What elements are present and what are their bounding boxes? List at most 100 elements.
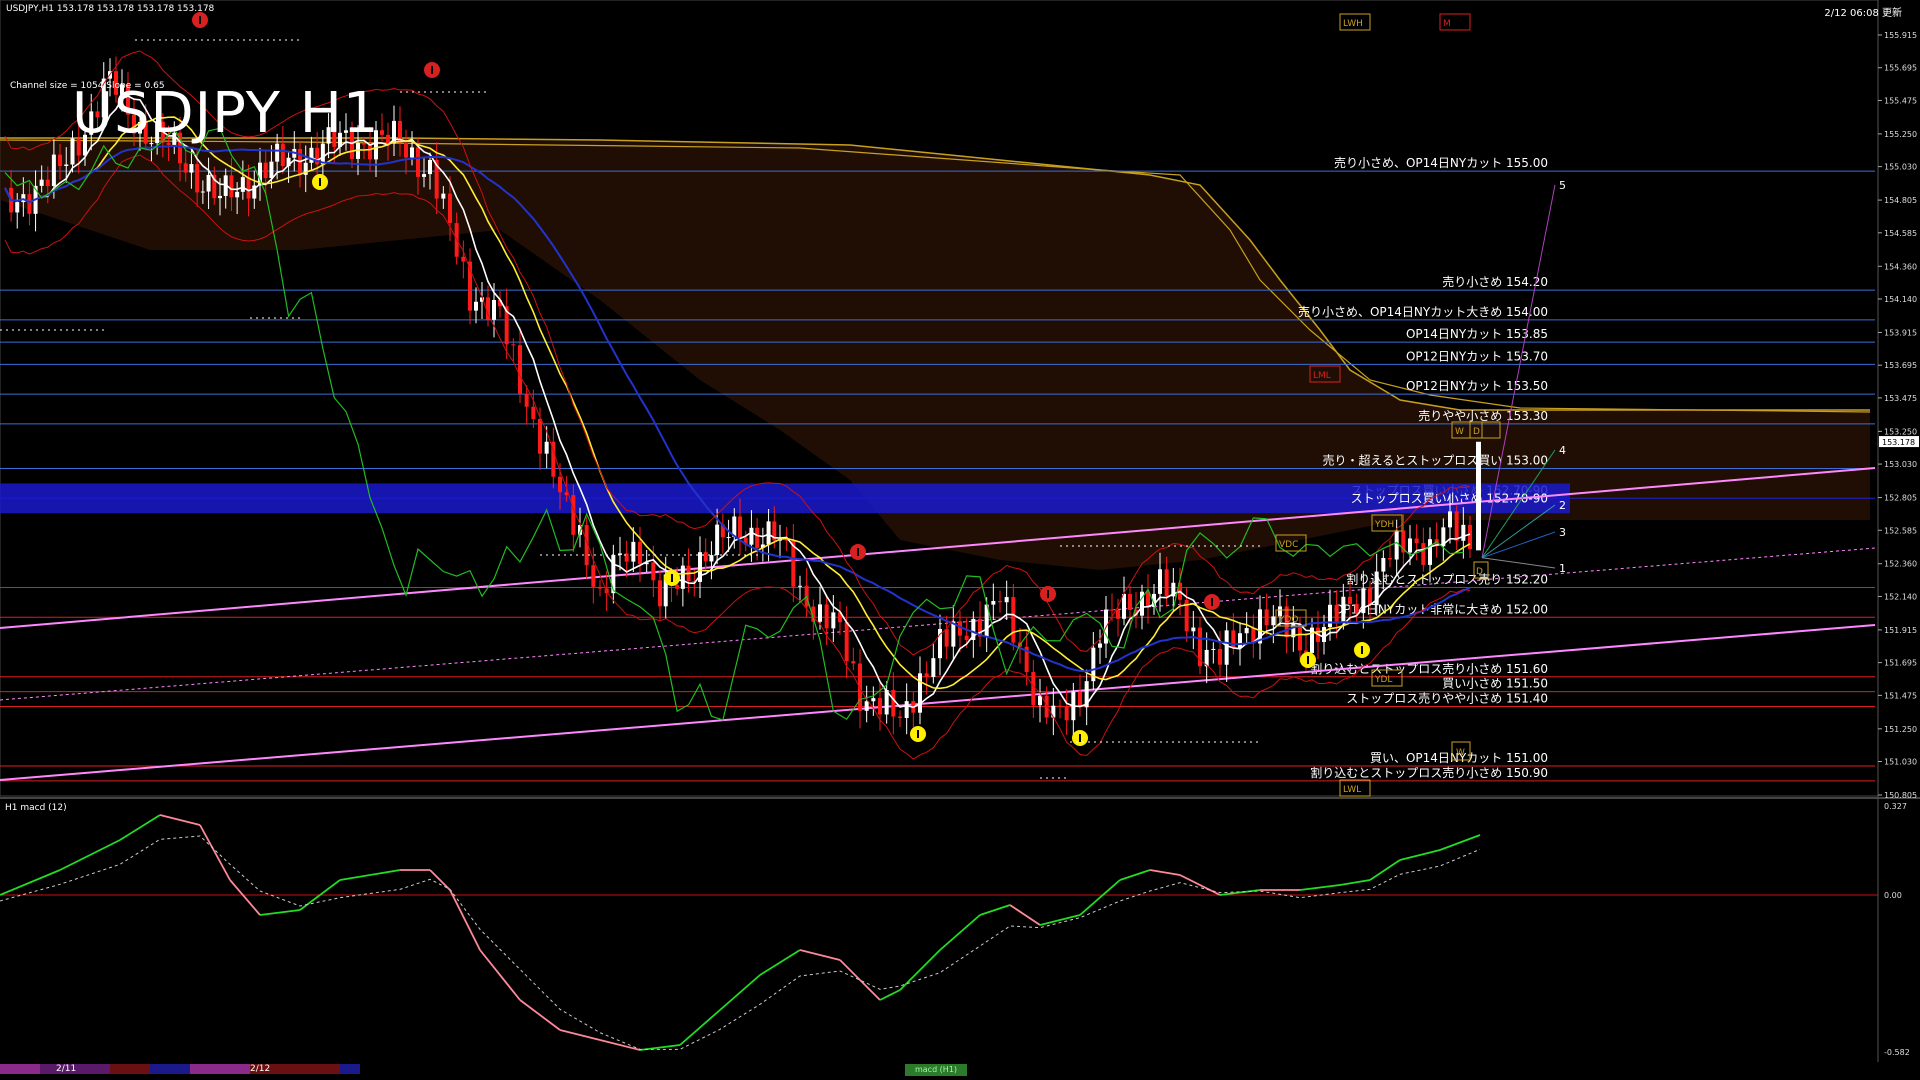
macd-tick-label: -0.582 — [1884, 1048, 1910, 1057]
box-label-ydh: YDH — [1374, 520, 1394, 530]
candle-body — [631, 541, 636, 562]
macd-line-segment — [839, 959, 881, 1001]
chart-window[interactable]: 155.915 155.695 155.475 155.250 155.030 154.8… — [0, 0, 1920, 1080]
macd-line-segment — [879, 989, 901, 1001]
symbol-header: USDJPY,H1 153.178 153.178 153.178 153.17… — [6, 4, 215, 14]
candle-body — [871, 698, 876, 702]
macd-line-segment — [1149, 869, 1181, 876]
stoploss-zone-band — [0, 483, 1570, 514]
candle-body — [749, 527, 754, 545]
candle-body — [1231, 630, 1236, 648]
candle-body — [726, 537, 731, 539]
price-tick-label: 153.475 — [1884, 394, 1917, 403]
candle-body — [1122, 593, 1126, 619]
macd-line-segment — [1299, 884, 1341, 891]
macd-line-segment — [939, 914, 981, 951]
macd-line-segment — [229, 879, 261, 916]
macd-line-segment — [599, 1039, 641, 1051]
candle-body — [558, 476, 562, 493]
timeline-segment — [340, 1064, 360, 1074]
update-clock: 2/12 06:08 更新 — [1824, 8, 1902, 19]
level-label: 買い小さめ 151.50 — [1442, 677, 1548, 691]
date-label-2: 2/12 — [250, 1064, 271, 1074]
candle-body — [275, 143, 280, 162]
price-tick-label: 151.475 — [1884, 691, 1917, 700]
macd-line-segment — [1119, 869, 1151, 881]
candle-body — [1164, 569, 1169, 597]
candle-body — [818, 604, 822, 622]
candle-body — [1322, 627, 1326, 642]
price-tick-label: 152.805 — [1884, 494, 1917, 503]
macd-line-segment — [159, 814, 201, 826]
candle-body — [263, 162, 268, 179]
candle-body — [45, 179, 50, 187]
candle-body — [878, 698, 882, 715]
candle-body — [658, 580, 662, 607]
box-label-vdc: VDC — [1279, 540, 1298, 550]
box-label-lwl: LWL — [1343, 785, 1361, 795]
candle-body — [715, 524, 720, 556]
candle-body — [991, 601, 996, 605]
candle-body — [1461, 524, 1466, 541]
timeline-segment — [0, 1064, 40, 1074]
candle-body — [380, 130, 384, 135]
candle-body — [904, 701, 909, 719]
fib-projection-line — [1481, 531, 1556, 559]
candle-body — [524, 393, 529, 407]
price-tick-label: 155.915 — [1884, 31, 1917, 40]
candle-body — [511, 344, 516, 346]
box-label-lml: LML — [1313, 371, 1331, 381]
level-label: OP14日NYカット非常に大きめ 152.00 — [1334, 602, 1548, 616]
macd-line-segment — [429, 869, 451, 891]
macd-tick-label: 0.327 — [1884, 802, 1907, 811]
level-label: 売り小さめ、OP14日NYカット 155.00 — [1334, 155, 1548, 170]
level-label: 割り込むとストップロス売り小さめ 150.90 — [1310, 765, 1548, 780]
price-tick-label: 151.695 — [1884, 659, 1917, 668]
candle-body — [1044, 695, 1049, 718]
candle-body — [410, 147, 414, 158]
box-label-m: M — [1443, 19, 1451, 29]
channel-lower-line — [0, 624, 1876, 781]
price-tick-label: 152.585 — [1884, 526, 1917, 535]
price-tick-label: 151.030 — [1884, 758, 1917, 767]
candle-body — [538, 419, 542, 454]
candle-body — [448, 193, 452, 224]
macd-line-segment — [119, 814, 161, 841]
macd-line-segment — [339, 869, 401, 881]
candle-body — [1011, 597, 1016, 643]
candle-body — [64, 164, 69, 167]
candle-body — [269, 161, 274, 179]
candle-body — [738, 516, 742, 538]
candle-body — [15, 202, 20, 213]
candle-body — [1298, 623, 1302, 651]
candle-body — [864, 701, 869, 711]
macd-line-segment — [1339, 879, 1371, 886]
fib-number: 4 — [1559, 444, 1566, 457]
date-label-1: 2/11 — [56, 1064, 77, 1074]
fib-number: 1 — [1559, 562, 1566, 575]
candle-body — [1264, 609, 1269, 626]
candle-body — [898, 716, 902, 719]
candle-body — [422, 174, 426, 177]
macd-line-segment — [719, 974, 761, 1011]
candle-body — [1454, 511, 1459, 541]
timeline-segment — [110, 1064, 150, 1074]
candle-body — [183, 163, 188, 173]
candle-body — [1051, 705, 1056, 718]
candle-body — [944, 628, 949, 647]
candle-body — [58, 154, 62, 167]
candle-body — [1211, 648, 1216, 650]
level-label: ストップロス売りやや小さめ 151.40 — [1346, 691, 1548, 706]
candle-body — [1408, 538, 1412, 553]
macd-panel-label: H1 macd (12) — [5, 803, 67, 813]
price-chart-canvas[interactable]: 155.915 155.695 155.475 155.250 155.030 154.8… — [0, 0, 1920, 1080]
candle-body — [200, 191, 205, 193]
candle-body — [680, 565, 685, 589]
candle-body — [531, 406, 536, 420]
price-tick-label: 154.585 — [1884, 229, 1917, 238]
macd-tab[interactable]: macd (H1) — [905, 1064, 967, 1076]
macd-line-segment — [799, 949, 841, 961]
candle-body — [1381, 557, 1386, 572]
candle-body — [235, 191, 240, 198]
macd-line-segment — [1009, 904, 1041, 926]
